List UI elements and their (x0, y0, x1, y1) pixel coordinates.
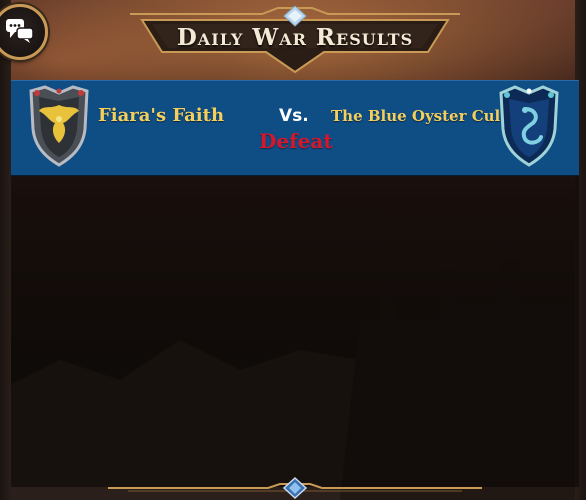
war-results-screen: Daily War Results Fiara's Faith Vs. Defe… (0, 0, 586, 500)
footer-divider (108, 476, 482, 500)
golden-phoenix-crest-icon (29, 85, 89, 167)
chat-bubbles-icon (6, 19, 34, 43)
footer-ornament (108, 476, 482, 500)
versus-label: Vs. (279, 106, 309, 126)
away-guild-name: The Blue Oyster Cult (331, 107, 508, 125)
left-frame-border (0, 0, 11, 500)
blue-serpent-crest-icon (499, 85, 559, 167)
war-outcome: Defeat (259, 129, 333, 153)
page-title: Daily War Results (176, 24, 414, 51)
home-guild-name: Fiara's Faith (98, 105, 225, 126)
war-result-banner: Fiara's Faith Vs. Defeat The Blue Oyster… (11, 80, 579, 176)
war-results-list[interactable] (11, 175, 579, 487)
page-header: Daily War Results (128, 6, 462, 74)
